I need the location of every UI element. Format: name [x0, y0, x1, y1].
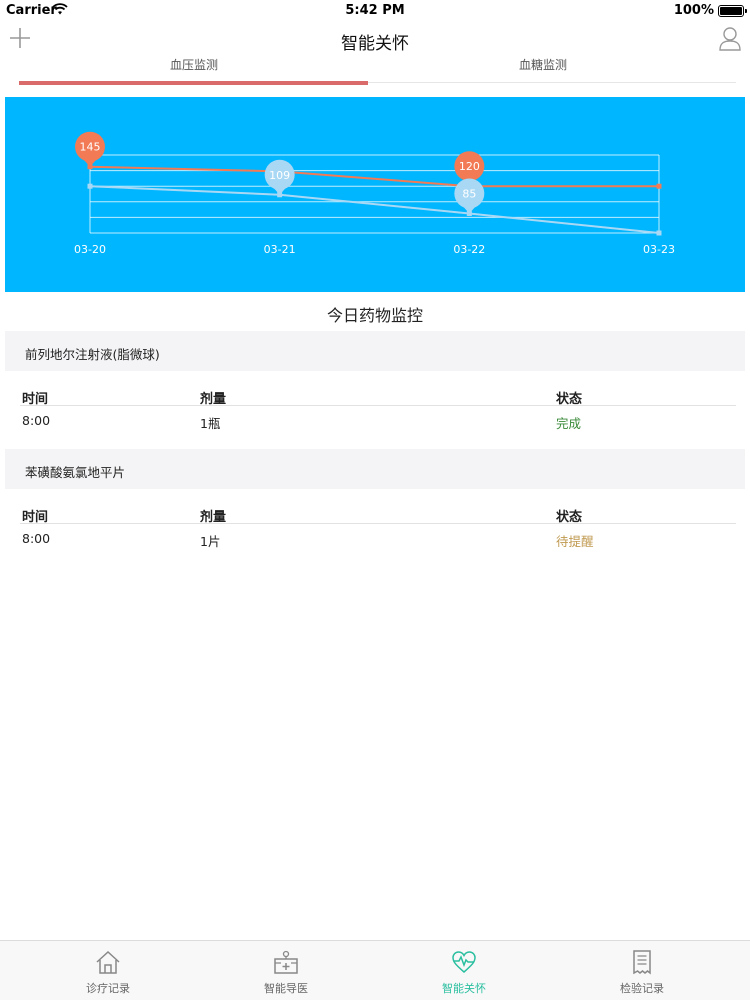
data-label: 109 [269, 169, 290, 182]
table-row: 8:00 1瓶 完成 [20, 406, 736, 431]
dose-status: 完成 [556, 416, 582, 431]
header-status: 状态 [556, 510, 583, 525]
tab-smart-guide[interactable]: 智能导医 [196, 941, 376, 1000]
tab-label: 诊疗记录 [86, 982, 130, 995]
status-bar: Carrier 5:42 PM 100% [0, 0, 750, 22]
dose-status: 待提醒 [556, 534, 594, 549]
x-tick-label: 03-22 [453, 243, 485, 256]
tab-divider [368, 82, 736, 83]
header-status: 状态 [556, 392, 583, 407]
header-time: 时间 [22, 392, 49, 407]
tab-smart-care[interactable]: 智能关怀 [374, 941, 554, 1000]
tab-lab-records[interactable]: 检验记录 [552, 941, 732, 1000]
table-header-row: 时间 剂量 状态 [20, 499, 736, 525]
tab-blood-pressure[interactable]: 血压监测 [19, 56, 369, 73]
heart-pulse-icon [452, 951, 476, 973]
header-dose: 剂量 [200, 510, 227, 525]
medication-section-title: 今日药物监控 [326, 306, 423, 325]
battery-icon [718, 5, 747, 17]
bottom-tab-bar: 诊疗记录 智能导医 智能关怀 检验记录 [0, 940, 750, 1000]
battery-percent: 100% [673, 3, 714, 18]
header-dose: 剂量 [200, 392, 227, 407]
tab-label: 智能导医 [264, 982, 308, 995]
page-title: 智能关怀 [341, 34, 409, 54]
data-point [656, 183, 662, 189]
user-icon [719, 27, 741, 51]
data-label: 85 [462, 188, 476, 201]
profile-button[interactable] [718, 26, 742, 52]
monitor-tabs: 血压监测 血糖监测 [0, 54, 750, 86]
medication-table: 时间 剂量 状态 8:00 1瓶 完成 [20, 381, 736, 431]
home-icon [96, 950, 120, 974]
medication-card: 苯磺酸氨氯地平片 时间 剂量 状态 8:00 1片 待提醒 [5, 449, 745, 549]
data-point [656, 230, 662, 236]
dose-time: 8:00 [22, 531, 51, 546]
data-label: 145 [80, 141, 101, 154]
medication-name: 苯磺酸氨氯地平片 [5, 449, 745, 489]
x-tick-label: 03-20 [74, 243, 106, 256]
tab-label: 检验记录 [620, 982, 664, 995]
header-time: 时间 [22, 510, 49, 525]
tab-treatment-records[interactable]: 诊疗记录 [18, 941, 198, 1000]
tab-blood-sugar[interactable]: 血糖监测 [368, 56, 718, 73]
medication-table: 时间 剂量 状态 8:00 1片 待提醒 [20, 499, 736, 549]
dose-amount: 1瓶 [200, 416, 221, 431]
medication-card: 前列地尔注射液(脂微球) 时间 剂量 状态 8:00 1瓶 完成 [5, 331, 745, 431]
blood-pressure-chart: 03-20 03-21 03-22 03-23 145 120 109 85 [5, 97, 745, 292]
active-tab-indicator [19, 81, 368, 85]
clock: 5:42 PM [345, 3, 405, 18]
x-tick-label: 03-21 [264, 243, 296, 256]
dose-time: 8:00 [22, 413, 51, 428]
guide-icon [274, 950, 298, 974]
nav-bar: 智能关怀 [0, 22, 750, 58]
dose-amount: 1片 [200, 534, 221, 549]
data-point [87, 183, 93, 189]
series-line [89, 165, 659, 188]
series-line [89, 185, 660, 234]
table-header-row: 时间 剂量 状态 [20, 381, 736, 407]
data-label: 120 [459, 160, 480, 173]
tab-label: 智能关怀 [442, 982, 486, 995]
receipt-icon [633, 950, 651, 975]
medication-name: 前列地尔注射液(脂微球) [5, 331, 745, 371]
x-tick-label: 03-23 [643, 243, 675, 256]
table-row: 8:00 1片 待提醒 [20, 524, 736, 549]
chart-canvas: 03-20 03-21 03-22 03-23 145 120 109 85 [74, 131, 675, 256]
